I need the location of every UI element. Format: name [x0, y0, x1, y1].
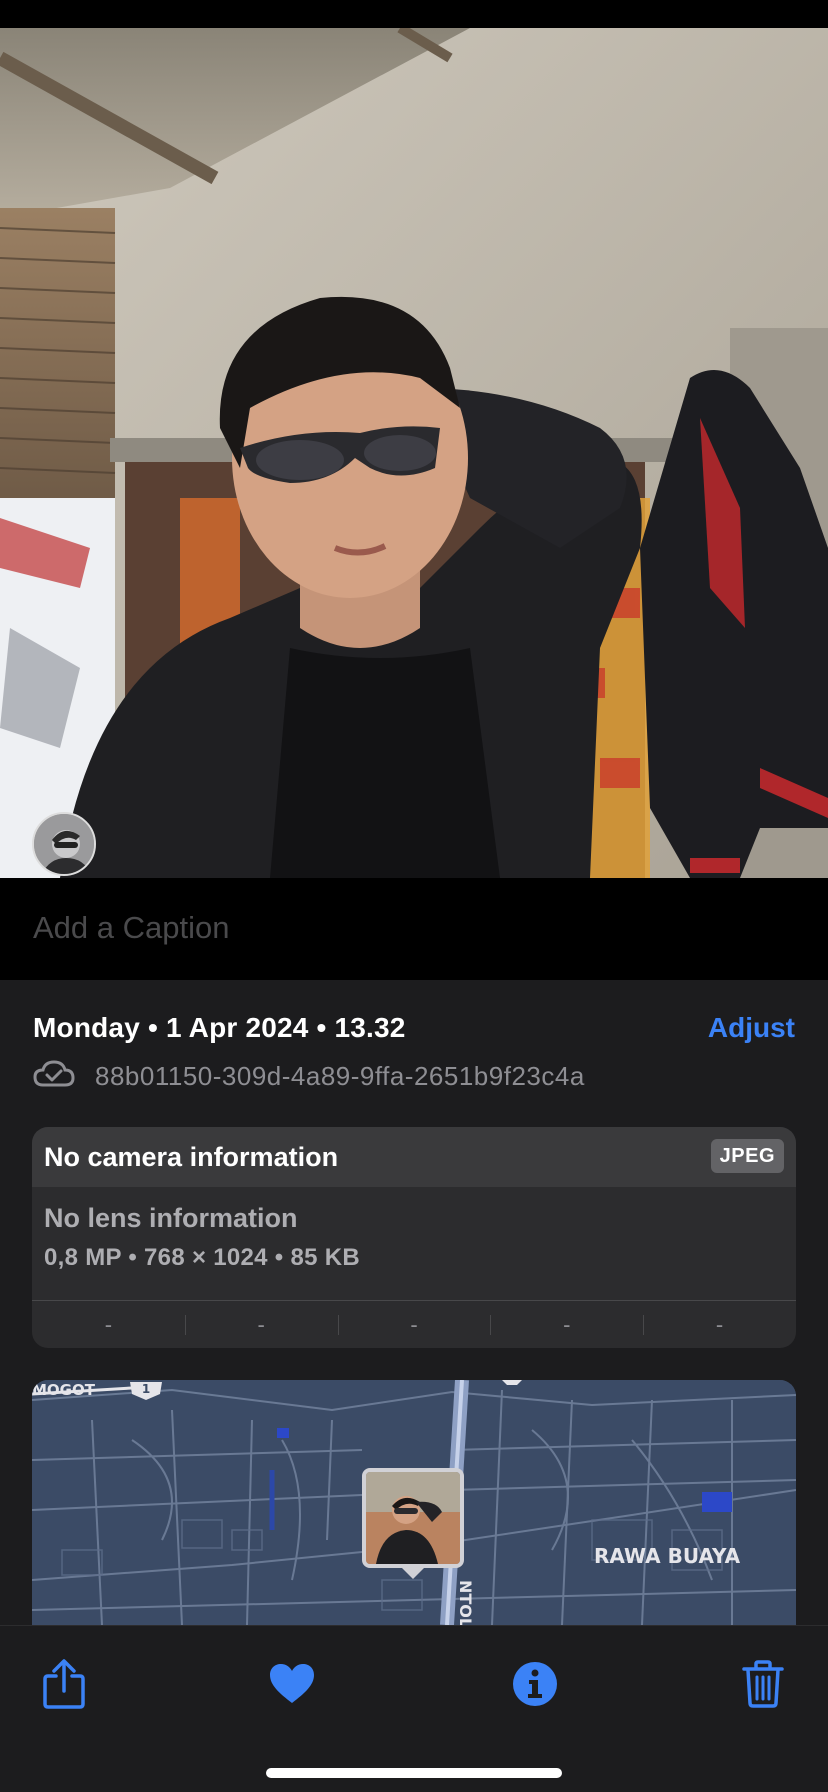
map-label-road: NTOL	[456, 1580, 475, 1625]
map-label-mogot: MOGOT	[32, 1381, 95, 1399]
share-button[interactable]	[34, 1656, 94, 1716]
exif-shutter: -	[643, 1301, 796, 1348]
people-avatar[interactable]	[32, 812, 96, 876]
exif-aperture: -	[490, 1301, 643, 1348]
status-bar	[0, 0, 828, 28]
info-panel: Monday • 1 Apr 2024 • 13.32 Adjust 88b01…	[0, 980, 828, 1625]
camera-info-header: No camera information JPEG	[32, 1127, 796, 1187]
home-indicator[interactable]	[266, 1768, 562, 1778]
location-map[interactable]: 1 MOGOT RAWA BUAYA NTOL	[32, 1380, 796, 1625]
exif-focal-length: -	[184, 1301, 338, 1348]
info-button[interactable]	[505, 1656, 565, 1716]
caption-field[interactable]: Add a Caption	[0, 878, 828, 980]
delete-button[interactable]	[733, 1656, 793, 1716]
adjust-button[interactable]: Adjust	[708, 1012, 795, 1044]
cloud-check-icon	[33, 1059, 75, 1094]
date-time: Monday • 1 Apr 2024 • 13.32	[33, 1012, 406, 1043]
photo-viewer[interactable]	[0, 28, 828, 878]
format-badge: JPEG	[710, 1139, 784, 1173]
image-specs: 0,8 MP • 768 × 1024 • 85 KB	[44, 1244, 360, 1271]
map-label-rawa-buaya: RAWA BUAYA	[594, 1544, 741, 1568]
filename: 88b01150-309d-4a89-9ffa-2651b9f23c4a	[95, 1060, 585, 1091]
camera-info-card: No camera information JPEG No lens infor…	[32, 1127, 796, 1348]
map-pin-pointer	[400, 1566, 426, 1579]
trash-icon	[742, 1659, 784, 1713]
heart-icon	[269, 1663, 315, 1710]
caption-placeholder[interactable]: Add a Caption	[33, 910, 229, 946]
info-icon	[512, 1661, 558, 1712]
exif-iso: -	[104, 1312, 113, 1337]
bottom-toolbar	[0, 1625, 828, 1792]
exif-exposure: -	[337, 1301, 491, 1348]
person-thumbnail	[34, 814, 94, 874]
route-number: 1	[142, 1382, 150, 1396]
pin-thumbnail	[366, 1472, 460, 1564]
file-row: 88b01150-309d-4a89-9ffa-2651b9f23c4a	[33, 1058, 585, 1094]
map-photo-pin[interactable]	[362, 1468, 464, 1568]
lens-info: No lens information	[44, 1203, 298, 1233]
share-icon	[42, 1658, 86, 1715]
exif-row: - - - - -	[32, 1300, 796, 1348]
portrait-photo	[0, 28, 828, 878]
favorite-button[interactable]	[262, 1656, 322, 1716]
camera-title: No camera information	[44, 1142, 339, 1172]
